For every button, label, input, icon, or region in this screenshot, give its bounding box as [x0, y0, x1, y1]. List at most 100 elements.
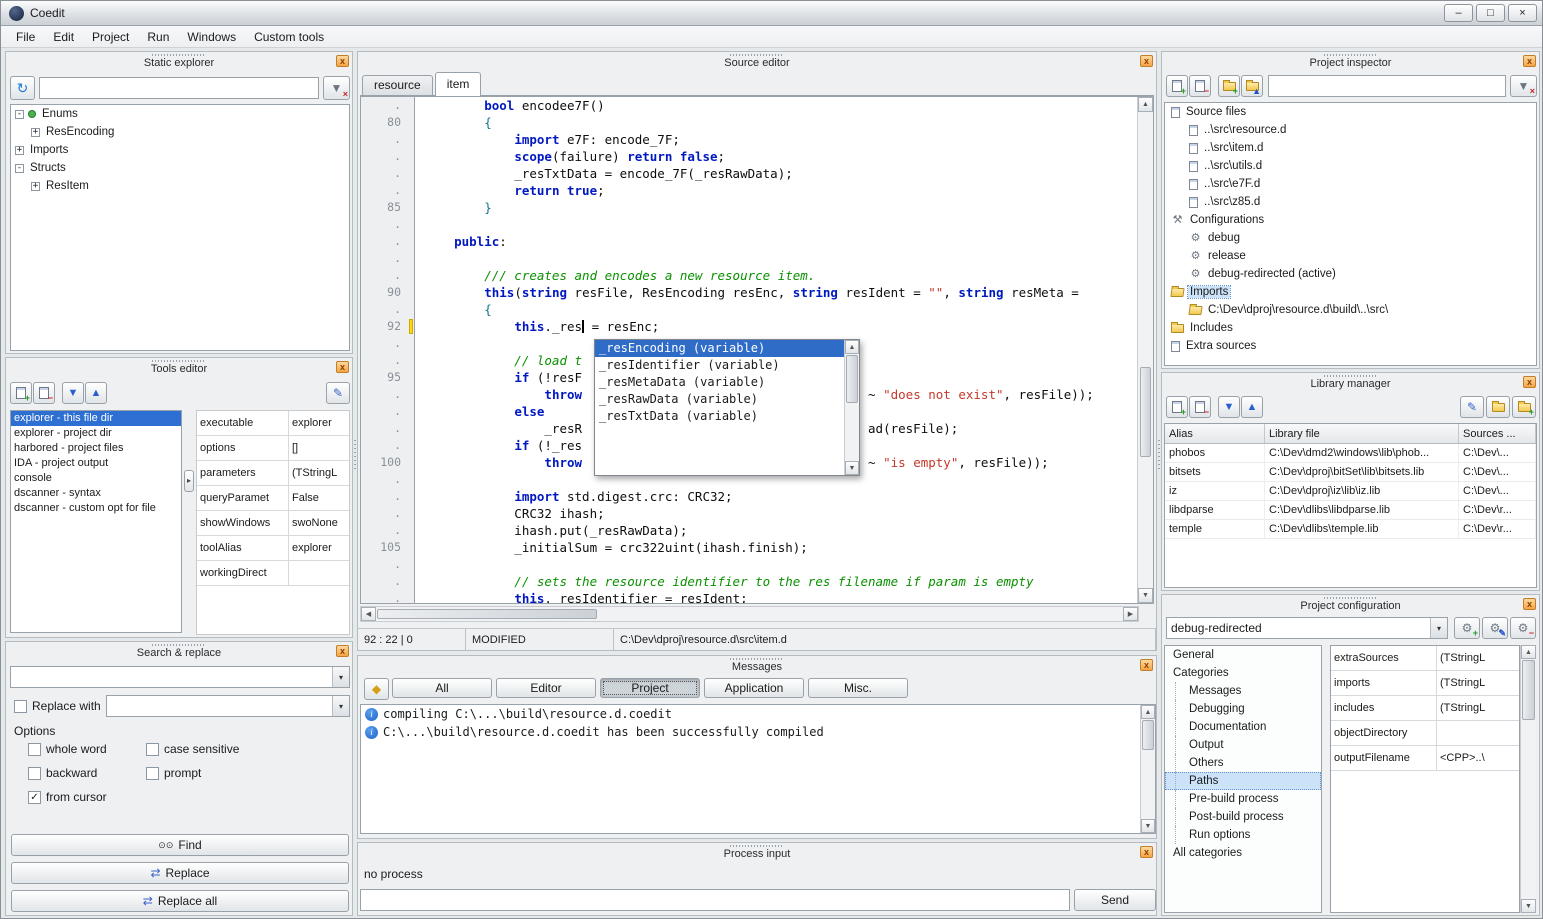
- checkbox-icon[interactable]: [28, 767, 41, 780]
- code-line[interactable]: import e7F: encode_7F;: [424, 131, 1137, 148]
- property-row[interactable]: parameters(TStringL: [197, 461, 349, 486]
- inspector-item[interactable]: C:\Dev\dproj\resource.d\build\..\src\: [1165, 301, 1536, 319]
- column-header[interactable]: Alias: [1165, 424, 1265, 443]
- library-row[interactable]: templeC:\Dev\dlibs\temple.libC:\Dev\r...: [1165, 520, 1536, 539]
- config-property-value[interactable]: [1437, 721, 1519, 745]
- code-line[interactable]: this(string resFile, ResEncoding resEnc,…: [424, 284, 1137, 301]
- scroll-thumb[interactable]: [846, 355, 858, 403]
- inspector-item[interactable]: ..\src\resource.d: [1165, 121, 1536, 139]
- add-tool-button[interactable]: +: [10, 382, 32, 404]
- code-line[interactable]: public:: [424, 233, 1137, 250]
- inspector-item[interactable]: Includes: [1165, 319, 1536, 337]
- close-panel-button[interactable]: x: [1140, 659, 1153, 671]
- column-header[interactable]: Sources ...: [1459, 424, 1536, 443]
- source-editor-header[interactable]: Source editor x: [358, 52, 1156, 72]
- open-folder-button[interactable]: ▲: [1241, 75, 1263, 97]
- code-line[interactable]: import std.digest.crc: CRC32;: [424, 488, 1137, 505]
- dropdown-arrow-icon[interactable]: ▾: [332, 667, 349, 687]
- move-library-up-button[interactable]: ▲: [1241, 396, 1263, 418]
- config-property-value[interactable]: <CPP>..\: [1437, 746, 1519, 770]
- library-row[interactable]: izC:\Dev\dproj\iz\lib\iz.libC:\Dev\...: [1165, 482, 1536, 501]
- property-row[interactable]: showWindowsswoNone: [197, 511, 349, 536]
- menu-file[interactable]: File: [7, 27, 44, 47]
- edit-tool-button[interactable]: ✎: [326, 382, 350, 404]
- process-input-field[interactable]: [360, 889, 1070, 911]
- window-titlebar[interactable]: Coedit – □ ×: [1, 1, 1542, 26]
- scroll-up-button[interactable]: ▲: [1521, 645, 1536, 659]
- property-value[interactable]: False: [289, 486, 349, 510]
- add-source-button[interactable]: +: [1166, 75, 1188, 97]
- scroll-down-button[interactable]: ▼: [1138, 588, 1153, 603]
- tool-list-item[interactable]: dscanner - syntax: [11, 486, 181, 501]
- config-property-value[interactable]: (TStringL: [1437, 696, 1519, 720]
- inspector-item[interactable]: ..\src\z85.d: [1165, 193, 1536, 211]
- inspector-filter-input[interactable]: [1268, 75, 1506, 97]
- category-paths[interactable]: Paths: [1165, 772, 1321, 790]
- scroll-thumb[interactable]: [1522, 660, 1535, 720]
- search-replace-header[interactable]: Search & replace x: [6, 642, 352, 662]
- checkbox-icon[interactable]: [28, 743, 41, 756]
- inspector-item[interactable]: ..\src\item.d: [1165, 139, 1536, 157]
- category-messages[interactable]: Messages: [1165, 682, 1321, 700]
- replace-term-combo[interactable]: ▾: [106, 695, 350, 717]
- search-term-input[interactable]: [11, 667, 331, 687]
- code-line[interactable]: ihash.put(_resRawData);: [424, 522, 1137, 539]
- configuration-selector[interactable]: debug-redirected ▾: [1166, 617, 1448, 639]
- code-line[interactable]: [424, 216, 1137, 233]
- tool-list-item[interactable]: console: [11, 471, 181, 486]
- config-property-value[interactable]: (TStringL: [1437, 671, 1519, 695]
- property-value[interactable]: explorer: [289, 536, 349, 560]
- inspector-item[interactable]: ⚙debug: [1165, 229, 1536, 247]
- filter-options-button[interactable]: ▼ ×: [1510, 75, 1537, 97]
- scroll-down-button[interactable]: ▼: [1141, 819, 1155, 833]
- replace-button[interactable]: ⇄ Replace: [11, 862, 349, 884]
- menu-project[interactable]: Project: [83, 27, 138, 47]
- inspector-item[interactable]: Imports: [1165, 283, 1536, 301]
- config-property-row[interactable]: outputFilename<CPP>..\: [1331, 746, 1519, 771]
- tree-item[interactable]: +ResEncoding: [11, 123, 349, 141]
- code-line[interactable]: scope(failure) return false;: [424, 148, 1137, 165]
- library-row[interactable]: phobosC:\Dev\dmd2\windows\lib\phob...C:\…: [1165, 444, 1536, 463]
- message-row[interactable]: icompiling C:\...\build\resource.d.coedi…: [361, 705, 1155, 723]
- move-tool-up-button[interactable]: ▲: [85, 382, 107, 404]
- library-row[interactable]: libdparseC:\Dev\dlibs\libdparse.libC:\De…: [1165, 501, 1536, 520]
- categories-button[interactable]: ◆: [364, 678, 389, 700]
- inspector-item[interactable]: Extra sources: [1165, 337, 1536, 355]
- code-line[interactable]: {: [424, 301, 1137, 318]
- property-row[interactable]: executableexplorer: [197, 411, 349, 436]
- project-inspector-header[interactable]: Project inspector x: [1162, 52, 1539, 72]
- filter-editor-button[interactable]: Editor: [496, 678, 596, 698]
- maximize-button[interactable]: □: [1476, 4, 1505, 22]
- library-row[interactable]: bitsetsC:\Dev\dproj\bitSet\lib\bitsets.l…: [1165, 463, 1536, 482]
- collapse-icon[interactable]: -: [15, 110, 24, 119]
- category-categories[interactable]: Categories: [1165, 664, 1321, 682]
- category-documentation[interactable]: Documentation: [1165, 718, 1321, 736]
- filter-options-button[interactable]: ▼ ×: [323, 76, 350, 100]
- menu-edit[interactable]: Edit: [44, 27, 83, 47]
- property-row[interactable]: options[]: [197, 436, 349, 461]
- inspector-item[interactable]: ⚙debug-redirected (active): [1165, 265, 1536, 283]
- property-row[interactable]: queryParametFalse: [197, 486, 349, 511]
- configuration-scrollbar[interactable]: ▲ ▼: [1520, 645, 1536, 913]
- tree-item[interactable]: +ResItem: [11, 177, 349, 195]
- process-input-header[interactable]: Process input x: [358, 843, 1156, 863]
- add-folder-button[interactable]: +: [1218, 75, 1240, 97]
- config-property-row[interactable]: extraSources(TStringL: [1331, 646, 1519, 671]
- scroll-down-button[interactable]: ▼: [1521, 899, 1536, 913]
- close-panel-button[interactable]: x: [1523, 55, 1536, 67]
- scroll-left-button[interactable]: ◀: [361, 607, 376, 621]
- inspector-item[interactable]: ..\src\e7F.d: [1165, 175, 1536, 193]
- checkbox-icon[interactable]: [146, 743, 159, 756]
- category-post-build-process[interactable]: Post-build process: [1165, 808, 1321, 826]
- inspector-item[interactable]: ⚙release: [1165, 247, 1536, 265]
- code-line[interactable]: CRC32 ihash;: [424, 505, 1137, 522]
- scroll-down-button[interactable]: ▼: [845, 461, 859, 475]
- remove-tool-button[interactable]: −: [33, 382, 55, 404]
- close-panel-button[interactable]: x: [1140, 55, 1153, 67]
- close-panel-button[interactable]: x: [336, 55, 349, 67]
- scroll-up-button[interactable]: ▲: [845, 340, 859, 354]
- property-value[interactable]: [289, 561, 349, 585]
- code-line[interactable]: _initialSum = crc322uint(ihash.finish);: [424, 539, 1137, 556]
- scroll-thumb[interactable]: [1142, 720, 1154, 750]
- category-all-categories[interactable]: All categories: [1165, 844, 1321, 862]
